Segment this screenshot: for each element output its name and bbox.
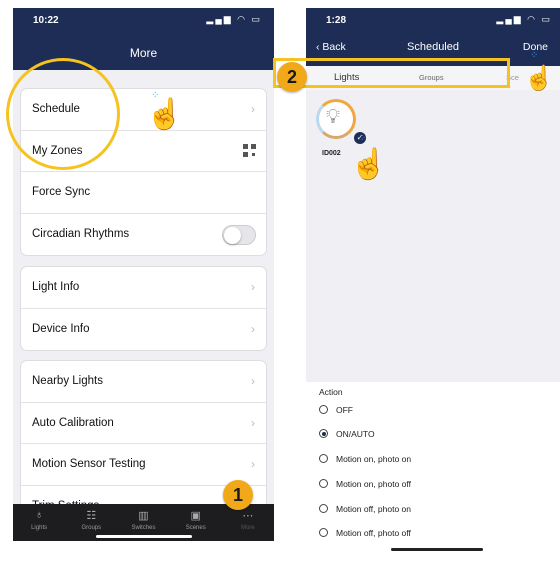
status-time: 10:22	[33, 15, 59, 26]
bulb-icon: ♁	[34, 509, 44, 521]
radio-button[interactable]	[319, 528, 328, 537]
row-motion-sensor-testing[interactable]: Motion Sensor Testing ›	[21, 444, 266, 486]
pointing-hand-icon: ☝	[350, 148, 388, 181]
chevron-right-icon: ›	[251, 457, 255, 471]
back-button[interactable]: ‹ Back	[316, 41, 346, 53]
radio-button[interactable]	[319, 479, 328, 488]
row-label: Motion Sensor Testing	[32, 458, 146, 470]
tab-lights[interactable]: ♁ Lights	[13, 504, 65, 541]
option-motion-on-photo-off[interactable]: Motion on, photo off	[319, 479, 411, 489]
option-label: Motion off, photo off	[336, 528, 411, 538]
tab-label: Lights	[31, 525, 48, 531]
lightbulb-icon: 💡︎	[326, 106, 340, 128]
row-label: Auto Calibration	[32, 416, 114, 429]
option-off[interactable]: OFF	[319, 405, 353, 415]
row-label: Device Info	[32, 322, 90, 335]
row-label: Force Sync	[32, 186, 91, 198]
switches-icon: ▥	[138, 510, 149, 522]
option-label: OFF	[336, 405, 353, 415]
highlight-rectangle	[273, 58, 510, 88]
tab-label: Switches	[131, 525, 156, 531]
status-icons: ▂▄▆ ◠ ▭	[496, 14, 552, 24]
option-motion-off-photo-off[interactable]: Motion off, photo off	[319, 528, 411, 538]
tab-more[interactable]: ⋯ More	[222, 504, 274, 541]
groups-icon: ☷	[86, 510, 97, 522]
option-motion-on-photo-on[interactable]: Motion on, photo on	[319, 454, 411, 464]
option-label: Motion on, photo on	[336, 454, 412, 464]
more-icon: ⋯	[242, 510, 254, 522]
circadian-toggle[interactable]	[222, 224, 256, 245]
pointing-hand-icon: ☝	[524, 65, 554, 92]
chevron-right-icon: ›	[251, 321, 255, 336]
option-label: Motion on, photo off	[336, 479, 411, 489]
status-time: 1:28	[326, 15, 347, 26]
step-badge-1: 1	[223, 480, 253, 510]
radio-button[interactable]	[319, 454, 328, 463]
chevron-right-icon: ›	[251, 102, 255, 116]
radio-button-selected[interactable]	[319, 429, 328, 438]
tutorial-canvas: 10:22 ▂▄▆ ◠ ▭ More Schedule › My Zones F…	[0, 0, 560, 561]
option-on-auto[interactable]: ON/AUTO	[319, 429, 375, 439]
qr-code-icon[interactable]	[243, 143, 256, 157]
option-motion-off-photo-on[interactable]: Motion off, photo on	[319, 504, 411, 514]
row-force-sync[interactable]: Force Sync	[21, 172, 266, 214]
status-icons: ▂▄▆ ◠ ▭	[206, 14, 262, 24]
action-heading: Action	[319, 387, 343, 397]
tab-label: More	[241, 525, 255, 531]
light-label: ID002	[322, 150, 341, 157]
chevron-right-icon: ›	[251, 280, 255, 294]
row-device-info[interactable]: Device Info ›	[21, 309, 266, 351]
tap-spark-icon: ⁘	[358, 133, 367, 144]
light-tile[interactable]: 💡︎	[316, 99, 356, 139]
row-label: Light Info	[32, 281, 80, 293]
tab-label: Scenes	[185, 525, 206, 531]
row-auto-calibration[interactable]: Auto Calibration ›	[21, 403, 266, 444]
row-label: Nearby Lights	[32, 375, 103, 387]
step-badge-2: 2	[277, 62, 307, 92]
chevron-right-icon: ›	[251, 374, 255, 388]
radio-button[interactable]	[319, 405, 328, 414]
settings-group-2: Light Info › Device Info ›	[20, 266, 267, 351]
home-indicator	[96, 535, 192, 538]
radio-button[interactable]	[319, 504, 328, 513]
option-label: ON/AUTO	[336, 429, 375, 439]
lights-grid: 💡︎ ✓ ID002	[306, 90, 560, 382]
highlight-circle	[6, 58, 120, 170]
right-phone-screen: 1:28 ▂▄▆ ◠ ▭ Scheduled ‹ Back Done Light…	[306, 8, 560, 553]
pointing-hand-icon: ☝	[146, 98, 184, 131]
row-nearby-lights[interactable]: Nearby Lights ›	[21, 361, 266, 403]
status-bar: 10:22 ▂▄▆ ◠ ▭	[13, 8, 274, 36]
row-label: Circadian Rhythms	[32, 227, 130, 240]
option-label: Motion off, photo on	[336, 504, 411, 514]
row-light-info[interactable]: Light Info ›	[21, 267, 266, 309]
chevron-right-icon: ›	[251, 415, 255, 430]
tap-spark-icon: ⁘	[530, 50, 539, 61]
row-circadian-rhythms: Circadian Rhythms	[21, 214, 266, 256]
tab-label: Groups	[81, 525, 102, 531]
scenes-icon: ▣	[190, 510, 201, 522]
home-indicator	[391, 548, 483, 551]
